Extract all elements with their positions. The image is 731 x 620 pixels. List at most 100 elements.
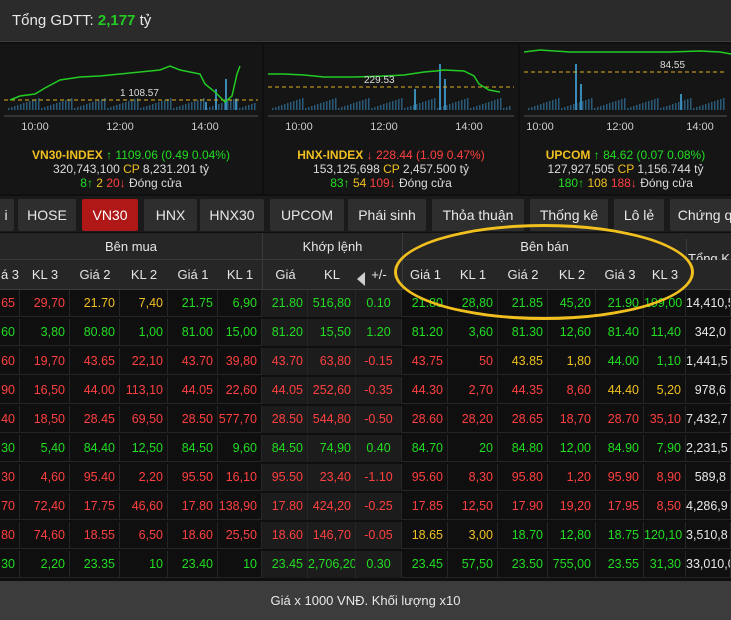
table-cell: 21.70 xyxy=(70,290,120,317)
table-cell: 84.70 xyxy=(402,435,448,462)
column-header[interactable]: á 3 xyxy=(0,260,20,290)
index-arrow-icon: ↑ xyxy=(106,148,113,162)
table-cell: 18.60 xyxy=(168,522,218,549)
column-header[interactable]: Giá 3 xyxy=(596,260,644,290)
time-tick-label: 14:00 xyxy=(686,121,714,133)
volume-bar xyxy=(449,104,451,110)
volume-bar xyxy=(8,108,10,110)
volume-bar xyxy=(482,104,484,110)
table-cell: 43.75 xyxy=(402,348,448,375)
column-header[interactable]: Giá 1 xyxy=(168,260,218,290)
tab-6[interactable]: Phái sinh xyxy=(348,199,426,231)
table-row[interactable]: 80 74,60 18.55 6,50 18.60 25,50 18.60 146,70 -0.… xyxy=(0,522,731,549)
index-chart: 1 108.57 10:00 12:00 14:00 xyxy=(4,65,258,133)
tab-10[interactable]: Chứng q xyxy=(670,199,731,231)
volume-bar xyxy=(651,100,653,110)
volume-bar xyxy=(365,99,367,110)
volume-bar xyxy=(380,105,382,110)
volume-bar xyxy=(239,108,241,110)
tab-2[interactable]: VN30 xyxy=(82,199,138,231)
volume-bar xyxy=(678,102,680,110)
table-cell: 50 xyxy=(448,348,498,375)
column-header[interactable]: KL 3 xyxy=(644,260,686,290)
table-cell: 22,10 xyxy=(120,348,168,375)
column-header[interactable]: Giá 2 xyxy=(498,260,548,290)
same-count: 54 xyxy=(352,176,367,190)
tab-4[interactable]: HNX30 xyxy=(200,199,264,231)
table-row[interactable]: 40 18,50 28.45 69,50 28.50 577,70 28.50 544,80-… xyxy=(0,406,731,433)
index-name: UPCOM xyxy=(545,148,591,162)
gdtt-label: Tổng GDTT: xyxy=(12,12,94,29)
volume-bar xyxy=(437,108,439,110)
table-cell: 28.45 xyxy=(70,406,120,433)
table-cell: 30 xyxy=(0,464,20,491)
table-cell: 23.45 xyxy=(402,551,448,578)
table-cell: 0.40 xyxy=(356,435,402,462)
volume-bar xyxy=(341,107,343,110)
table-cell: 2,20 xyxy=(120,464,168,491)
table-row[interactable]: 60 19,70 43.65 22,10 43.70 39,80 43.70 63,80 -0.… xyxy=(0,348,731,375)
table-cell: 18.60 xyxy=(262,522,308,549)
volume-bar xyxy=(693,108,695,110)
table-cell: 6,90 xyxy=(218,290,262,317)
table-cell: 44.35 xyxy=(498,377,548,404)
volume-bar xyxy=(332,99,334,110)
volume-bar xyxy=(194,101,196,110)
table-cell: 23,40 xyxy=(308,464,356,491)
table-cell: 81.00 xyxy=(168,319,218,346)
volume-bar xyxy=(663,107,665,110)
tab-7[interactable]: Thỏa thuận xyxy=(432,199,524,231)
index-value: 228.44 xyxy=(375,148,413,162)
volume-bar xyxy=(317,104,319,110)
table-cell: 28.50 xyxy=(262,406,308,433)
volume-bar xyxy=(392,101,394,110)
table-cell: 0.30 xyxy=(356,551,402,578)
table-row[interactable]: 65 29,70 21.70 7,40 21.75 6,90 21.80 516,80 0.10… xyxy=(0,290,731,317)
table-cell: 95.50 xyxy=(168,464,218,491)
table-row[interactable]: 70 72,40 17.75 46,60 17.80 138,90 17.80 424,20-… xyxy=(0,493,731,520)
table-cell: 21.75 xyxy=(168,290,218,317)
table-row[interactable]: 30 5,40 84.40 12,50 84.50 9,60 84.50 74,90 0.40 8… xyxy=(0,435,731,462)
tab-9[interactable]: Lô lẻ xyxy=(614,199,664,231)
column-header[interactable]: KL 3 xyxy=(20,260,70,290)
index-panel-0[interactable]: 1 108.57 10:00 12:00 14:00 VN30-INDEX ↑ 1109… xyxy=(0,44,262,194)
volume-bar xyxy=(53,104,55,110)
tab-5[interactable]: UPCOM xyxy=(270,199,344,231)
volume-bar xyxy=(603,105,605,110)
table-cell: 65 xyxy=(0,290,20,317)
table-cell: 74,60 xyxy=(20,522,70,549)
tab-0[interactable]: i xyxy=(0,199,14,231)
table-row[interactable]: 30 4,60 95.40 2,20 95.50 16,10 95.50 23,40 -1.10… xyxy=(0,464,731,491)
volume-bar xyxy=(446,105,448,110)
column-header[interactable]: KL 1 xyxy=(218,260,262,290)
volume-bar xyxy=(278,106,280,110)
market-tabs: i HOSE VN30 HNX HNX30 UPCOM Phái sinh Thỏa thuậ… xyxy=(0,196,731,232)
table-cell: 21.80 xyxy=(402,290,448,317)
table-cell: 16,50 xyxy=(20,377,70,404)
index-panel-2[interactable]: 84.55 10:00 12:00 14:00 UPCOM ↑ 84.62 (0.07 … xyxy=(520,44,731,194)
table-row[interactable]: 30 2,20 23.35 10 23.40 10 23.45 2,706,20 0.30 23.… xyxy=(0,551,731,578)
volume-bar xyxy=(233,99,235,110)
column-header[interactable]: Giá 1 xyxy=(402,260,448,290)
table-row[interactable]: 90 16,50 44.00 113,10 44.05 22,60 44.05 252,60-… xyxy=(0,377,731,404)
column-header[interactable]: KL 1 xyxy=(448,260,498,290)
volume-bar xyxy=(17,105,19,110)
column-header[interactable]: KL xyxy=(308,260,356,290)
table-cell: 7,40 xyxy=(120,290,168,317)
index-panel-1[interactable]: 229.53 10:00 12:00 14:00 HNX-INDEX ↓ 228.44 … xyxy=(264,44,518,194)
volume-bar xyxy=(92,102,94,110)
volume-bar xyxy=(170,98,172,110)
index-summary: HNX-INDEX ↓ 228.44 (1.09 0.47%) 153,125,6… xyxy=(264,148,518,190)
column-header[interactable]: KL 2 xyxy=(548,260,596,290)
tab-8[interactable]: Thống kê xyxy=(530,199,608,231)
table-row[interactable]: 60 3,80 80.80 1,00 81.00 15,00 81.20 15,50 1.20 8… xyxy=(0,319,731,346)
tab-3[interactable]: HNX xyxy=(144,199,197,231)
table-cell: -1.10 xyxy=(356,464,402,491)
volume-bar xyxy=(140,108,142,110)
column-header[interactable]: Giá 2 xyxy=(70,260,120,290)
down-count: 20 xyxy=(106,176,120,190)
index-summary: VN30-INDEX ↑ 1109.06 (0.49 0.04%) 320,743… xyxy=(0,148,262,190)
column-header[interactable]: Giá xyxy=(262,260,308,290)
column-header[interactable]: KL 2 xyxy=(120,260,168,290)
tab-1[interactable]: HOSE xyxy=(18,199,76,231)
